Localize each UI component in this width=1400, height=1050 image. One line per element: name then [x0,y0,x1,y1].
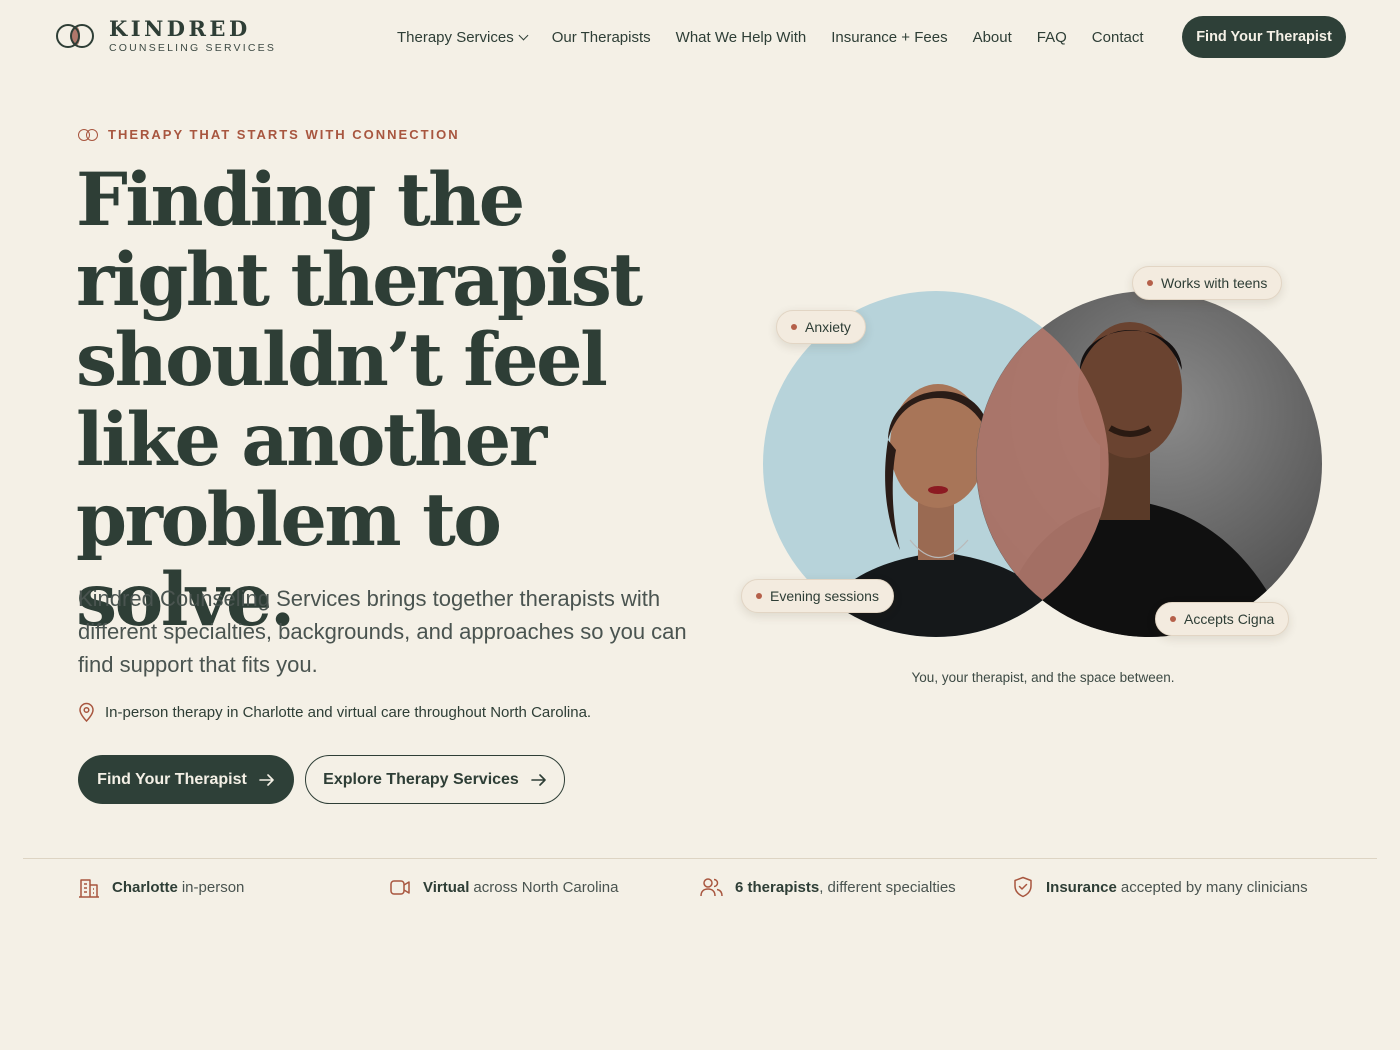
headline-line: shouldn’t feel [76,317,608,403]
headline-line: like another [76,397,547,483]
chip-dot [1170,616,1176,622]
nav-about[interactable]: About [973,29,1012,46]
video-icon [390,880,410,895]
chip-dot [1147,280,1153,286]
header-find-therapist-button[interactable]: Find Your Therapist [1182,16,1346,58]
stat-text: accepted by many clinicians [1120,878,1308,896]
hero-explore-services-label: Explore Therapy Services [323,770,519,788]
stat-text: , different specialties [819,878,956,896]
chip-accepts-cigna: Accepts Cigna [1155,602,1290,636]
headline-line: right therapist [76,237,643,323]
chip-label: Works with teens [1161,275,1268,291]
chip-anxiety: Anxiety [776,310,866,344]
hero-visual: Anxiety Works with teens Evening session… [740,260,1340,660]
stat-bold: Virtual [423,878,470,896]
hero-location: In-person therapy in Charlotte and virtu… [78,702,591,722]
chip-evening-sessions: Evening sessions [741,579,894,613]
logo-rings-icon [56,22,96,50]
stat-therapists: 6 therapists , different specialties [700,876,956,898]
nav-therapy-services-label: Therapy Services [397,29,514,46]
eyebrow-text: THERAPY THAT STARTS WITH CONNECTION [108,127,460,142]
nav-insurance-fees[interactable]: Insurance + Fees [831,29,947,46]
hero-find-therapist-button[interactable]: Find Your Therapist [78,755,294,804]
chevron-down-icon [518,30,529,40]
shield-check-icon [1014,876,1032,898]
stat-text: in-person [181,878,245,896]
chip-dot [756,593,762,599]
nav-therapy-services[interactable]: Therapy Services [397,29,529,46]
logo-text: KINDRED COUNSELING SERVICES [109,16,277,55]
site-header: KINDRED COUNSELING SERVICES Therapy Serv… [0,0,1400,76]
nav-faq[interactable]: FAQ [1037,29,1067,46]
chip-label: Evening sessions [770,588,879,604]
brand-tagline: COUNSELING SERVICES [109,42,277,54]
hero-explore-services-button[interactable]: Explore Therapy Services [305,755,565,804]
visual-caption: You, your therapist, and the space betwe… [911,670,1175,685]
chip-label: Anxiety [805,319,851,335]
hero-lede: Kindred Counseling Services brings toget… [78,586,687,677]
hero-headline: Finding the right therapist shouldn’t fe… [76,160,716,640]
brand-name: KINDRED [109,16,251,41]
nav-contact[interactable]: Contact [1092,29,1144,46]
nav-our-therapists[interactable]: Our Therapists [552,29,651,46]
stat-bold: 6 therapists [735,878,820,896]
stat-charlotte: Charlotte in-person [78,876,244,898]
hero-eyebrow: THERAPY THAT STARTS WITH CONNECTION [78,127,460,142]
stat-bold: Charlotte [112,878,178,896]
people-icon [700,878,723,897]
stat-bold: Insurance [1046,878,1117,896]
nav-what-we-help-with[interactable]: What We Help With [676,29,807,46]
stat-text: across North Carolina [473,878,619,896]
arrow-right-icon [531,773,546,786]
arrow-right-icon [259,773,274,786]
headline-line: Finding the [76,157,525,243]
main-nav: Therapy Services Our Therapists What We … [397,29,1169,46]
location-text: In-person therapy in Charlotte and virtu… [105,703,592,721]
building-icon [79,879,99,898]
location-pin-icon [79,702,94,722]
chip-works-with-teens: Works with teens [1132,266,1283,300]
hero-find-therapist-label: Find Your Therapist [97,770,247,788]
stat-virtual: Virtual across North Carolina [389,876,618,898]
rings-icon [78,128,100,142]
stat-insurance: Insurance accepted by many clinicians [1012,876,1308,898]
brand-logo[interactable]: KINDRED COUNSELING SERVICES [56,18,276,54]
chip-label: Accepts Cigna [1184,611,1275,627]
stats-divider [23,858,1377,859]
chip-dot [791,324,797,330]
